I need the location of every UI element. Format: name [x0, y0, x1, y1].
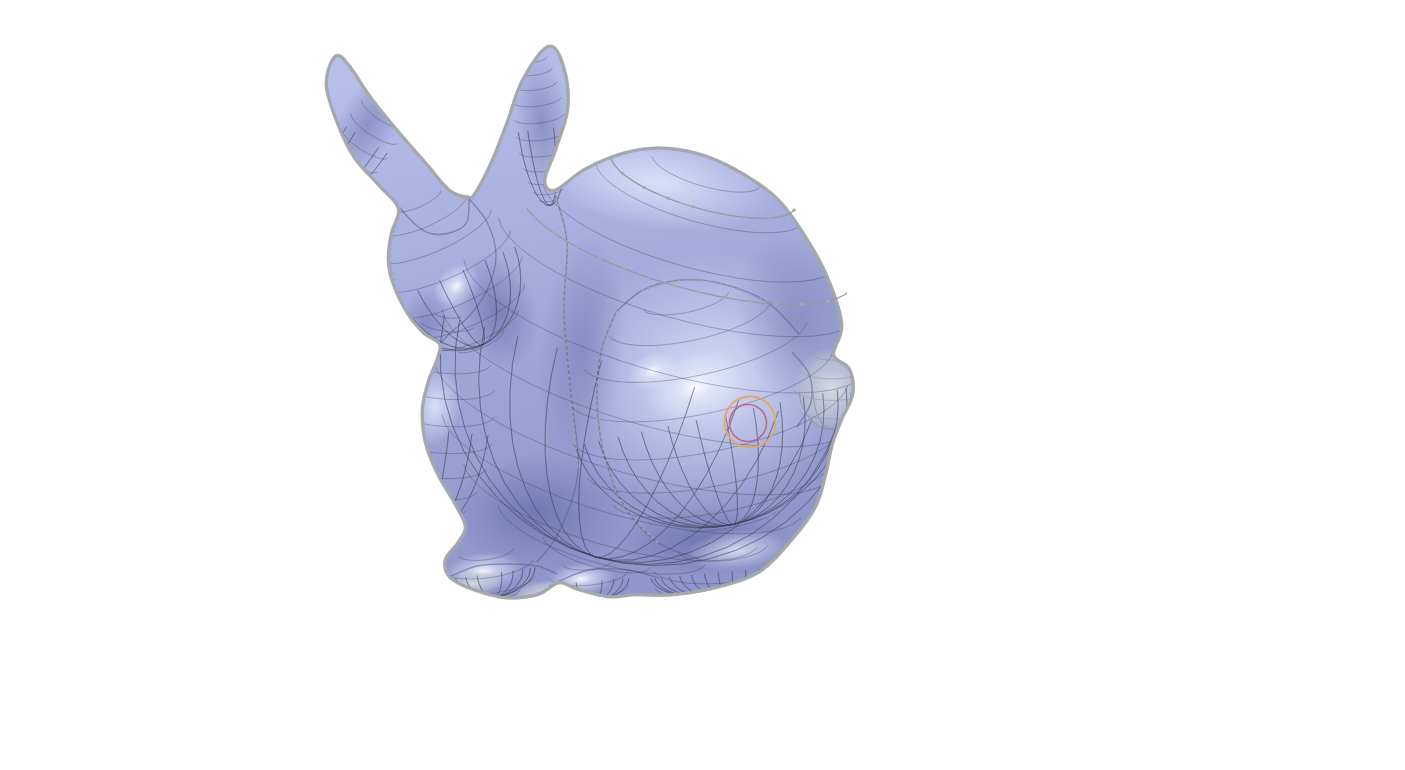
- bunny-3d-model[interactable]: [8, 8, 1242, 626]
